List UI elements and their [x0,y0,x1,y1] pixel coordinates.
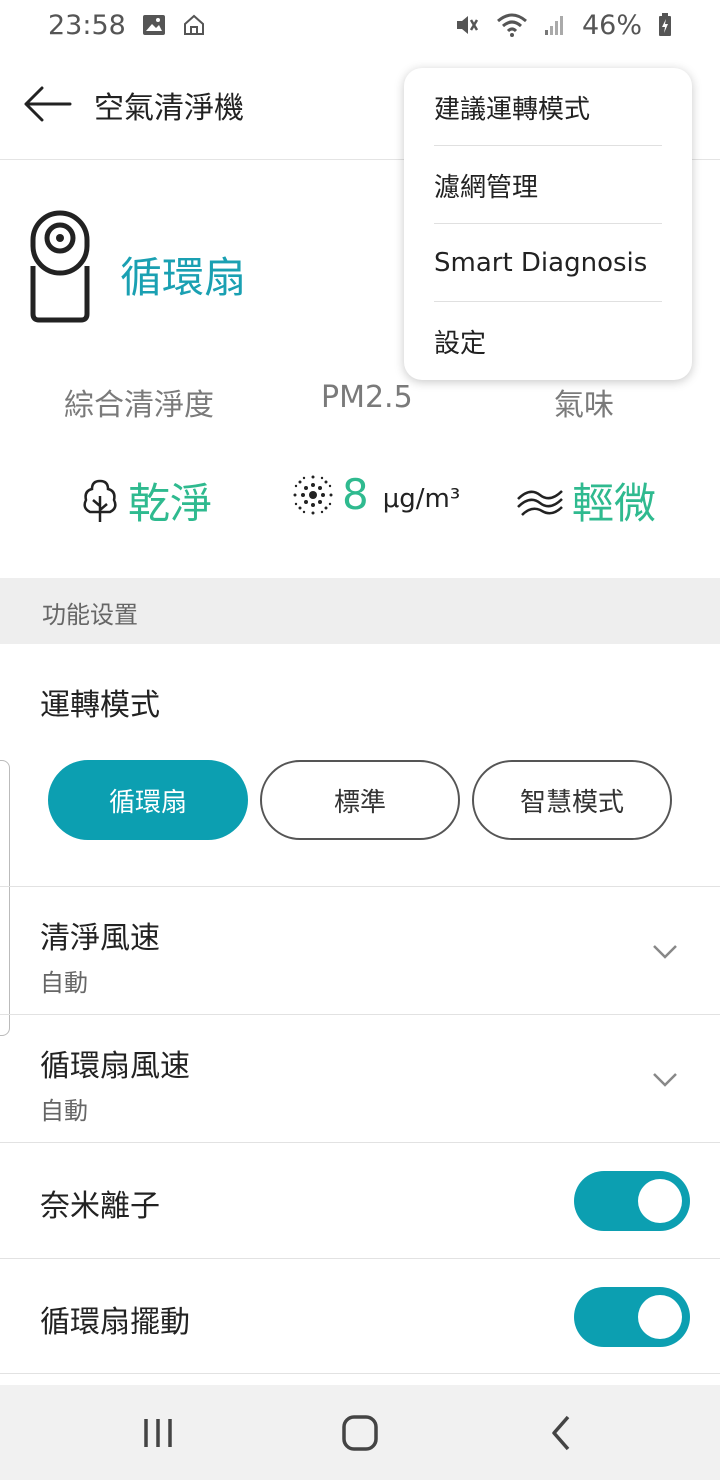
mode-button-group: 循環扇 標準 智慧模式 [48,760,688,840]
chevron-down-icon[interactable] [652,944,678,960]
home-icon[interactable] [338,1411,382,1455]
air-purifier-icon [30,210,90,323]
mode-button-fan[interactable]: 循環扇 [48,760,248,840]
section-header: 功能设置 [0,578,720,644]
system-nav-bar [0,1385,720,1480]
particles-icon [293,475,333,514]
setting-fan-speed-label: 循環扇風速 [40,1049,190,1084]
setting-fan-speed[interactable]: 循環扇風速 自動 [0,1014,720,1142]
fan-swing-toggle[interactable] [574,1287,690,1347]
menu-item-settings[interactable]: 設定 [404,302,692,380]
operation-mode-heading: 運轉模式 [40,688,160,723]
mute-icon [456,16,479,34]
menu-item-recommended-mode[interactable]: 建議運轉模式 [404,68,692,146]
nano-ion-toggle[interactable] [574,1171,690,1231]
metric-label-pm25: PM2.5 [321,380,413,415]
section-title: 功能设置 [42,601,138,629]
setting-fan-speed-value: 自動 [40,1097,88,1125]
metric-label-odor: 氣味 [554,388,614,423]
setting-clean-speed-value: 自動 [40,969,88,997]
recent-apps-icon[interactable] [136,1411,180,1455]
setting-fan-swing-label: 循環扇擺動 [40,1305,190,1340]
metric-labels: 綜合清淨度 PM2.5 氣味 [0,380,720,426]
mode-button-smart[interactable]: 智慧模式 [472,760,672,840]
image-icon [142,15,165,35]
setting-fan-swing: 循環扇擺動 [0,1258,720,1374]
metric-odor-value: 輕微 [572,479,657,528]
battery-icon [659,13,671,36]
current-mode-title: 循環扇 [120,253,247,302]
status-bar: 23:58 46% [0,0,720,50]
metric-pm25-unit: μg/m³ [382,483,461,514]
mode-button-standard[interactable]: 標準 [260,760,460,840]
back-nav-icon[interactable] [540,1411,584,1455]
wifi-icon [497,13,527,37]
setting-nano-ion-label: 奈米離子 [40,1189,160,1224]
tree-icon [83,479,117,522]
metric-label-overall: 綜合清淨度 [64,388,214,423]
signal-icon [544,16,563,35]
status-time: 23:58 [48,9,126,41]
metric-pm25-value: 8 [342,470,369,519]
home-outline-icon [183,14,204,35]
overflow-menu: 建議運轉模式 濾網管理 Smart Diagnosis 設定 [404,68,692,380]
waves-icon [517,489,563,516]
setting-clean-speed[interactable]: 清淨風速 自動 [0,886,720,1014]
metric-odor: 輕微 [516,470,656,531]
metric-overall-value: 乾淨 [128,479,213,528]
chevron-down-icon[interactable] [652,1072,678,1088]
menu-item-smart-diagnosis[interactable]: Smart Diagnosis [404,224,692,302]
toggle-knob [638,1295,682,1339]
metric-values: 乾淨 8 μg/m³ 輕微 [0,470,720,530]
page-title: 空氣清淨機 [94,91,244,126]
setting-clean-speed-label: 清淨風速 [40,921,160,956]
menu-item-filter[interactable]: 濾網管理 [404,146,692,224]
metric-pm25: 8 μg/m³ [292,470,460,519]
status-right: 46% [454,10,672,41]
battery-percent: 46% [581,9,642,41]
metric-overall: 乾淨 [80,470,212,531]
status-left: 23:58 [48,10,206,41]
setting-nano-ion: 奈米離子 [0,1142,720,1258]
toggle-knob [638,1179,682,1223]
arrow-left-icon[interactable] [22,86,74,122]
